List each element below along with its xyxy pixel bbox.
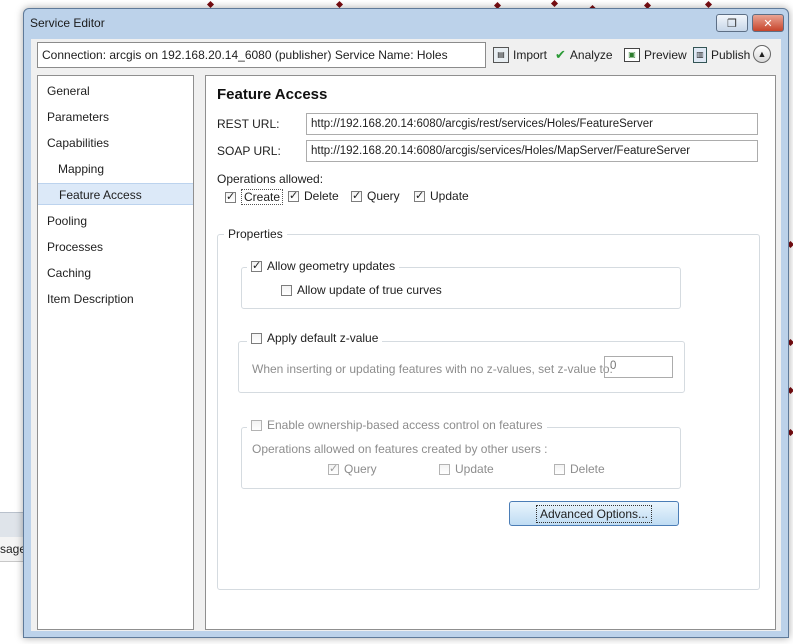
sidebar-item-capabilities[interactable]: Capabilities <box>47 132 109 154</box>
checkmark-icon: ✔ <box>555 47 566 62</box>
analyze-button[interactable]: ✔ Analyze <box>555 46 613 64</box>
checkbox-box <box>251 260 262 272</box>
others-delete-checkbox[interactable]: Delete <box>554 462 605 476</box>
sidebar-item-processes[interactable]: Processes <box>47 236 103 258</box>
ownership-group <box>241 427 681 489</box>
query-checkbox[interactable]: Query <box>351 189 400 203</box>
preview-icon: ▣ <box>624 48 640 62</box>
rest-url-field[interactable]: http://192.168.20.14:6080/arcgis/rest/se… <box>306 113 758 135</box>
others-update-checkbox[interactable]: Update <box>439 462 494 476</box>
ownership-checkbox[interactable]: Enable ownership-based access control on… <box>247 418 547 432</box>
publish-label: Publish <box>711 48 751 62</box>
connection-info: Connection: arcgis on 192.168.20.14_6080… <box>37 42 486 68</box>
sidebar-item-parameters[interactable]: Parameters <box>47 106 109 128</box>
sidebar-item-general[interactable]: General <box>47 80 90 102</box>
others-query-checkbox[interactable]: Query <box>328 462 377 476</box>
allow-curves-checkbox[interactable]: Allow update of true curves <box>281 283 442 297</box>
soap-url-field[interactable]: http://192.168.20.14:6080/arcgis/service… <box>306 140 758 162</box>
checkbox-box <box>251 419 262 431</box>
create-label: Create <box>241 189 284 205</box>
apply-z-label: Apply default z-value <box>267 331 379 345</box>
preview-button[interactable]: ▣ Preview <box>624 46 687 64</box>
allow-curves-label: Allow update of true curves <box>297 283 442 297</box>
checkbox-box <box>554 463 565 475</box>
sidebar-item-item-description[interactable]: Item Description <box>47 288 134 310</box>
properties-title: Properties <box>224 227 287 241</box>
allow-geometry-label: Allow geometry updates <box>267 259 396 273</box>
rest-url-label: REST URL: <box>217 117 280 131</box>
update-label: Update <box>430 189 469 203</box>
page-title: Feature Access <box>217 86 328 103</box>
close-icon: ✕ <box>763 17 773 30</box>
create-checkbox[interactable]: Create <box>225 189 284 205</box>
publish-icon: ▥ <box>693 47 707 63</box>
checkbox-box <box>439 463 450 475</box>
import-label: Import <box>513 48 548 62</box>
advanced-options-label: Advanced Options... <box>535 504 653 523</box>
map-point <box>704 0 713 9</box>
restore-button[interactable]: ❐ <box>716 14 748 32</box>
others-query-label: Query <box>344 462 377 476</box>
others-delete-label: Delete <box>570 462 605 476</box>
advanced-options-button[interactable]: Advanced Options... <box>509 501 679 526</box>
feature-access-panel: Feature Access REST URL: http://192.168.… <box>205 75 776 630</box>
close-button[interactable]: ✕ <box>752 14 784 32</box>
sidebar-item-caching[interactable]: Caching <box>47 262 91 284</box>
operations-label: Operations allowed: <box>217 172 324 186</box>
others-update-label: Update <box>455 462 494 476</box>
sidebar-item-feature-access[interactable]: Feature Access <box>38 183 193 205</box>
query-label: Query <box>367 189 400 203</box>
checkbox-box <box>281 284 292 296</box>
allow-geometry-checkbox[interactable]: Allow geometry updates <box>247 259 400 273</box>
analyze-label: Analyze <box>569 48 613 62</box>
checkbox-box <box>328 463 339 475</box>
map-point <box>335 0 344 9</box>
checkbox-box <box>288 190 299 202</box>
ownership-label: Enable ownership-based access control on… <box>267 418 543 432</box>
title-bar[interactable]: Service Editor ❐ ✕ <box>24 9 788 37</box>
delete-label: Delete <box>304 189 339 203</box>
checkbox-box <box>351 190 362 202</box>
chevron-up-icon: ▲ <box>757 49 767 59</box>
map-point <box>206 0 215 9</box>
window-title: Service Editor <box>30 16 105 30</box>
z-value-input[interactable]: 0 <box>604 356 673 378</box>
map-point <box>550 0 559 8</box>
soap-url-label: SOAP URL: <box>217 144 281 158</box>
preview-label: Preview <box>644 48 687 62</box>
checkbox-box <box>225 191 236 203</box>
sidebar-nav: General Parameters Capabilities Mapping … <box>37 75 194 630</box>
delete-checkbox[interactable]: Delete <box>288 189 339 203</box>
checkbox-box <box>251 332 262 344</box>
window-client: Connection: arcgis on 192.168.20.14_6080… <box>31 39 781 631</box>
import-button[interactable]: ▤ Import <box>493 46 547 64</box>
others-operations-label: Operations allowed on features created b… <box>252 442 548 456</box>
apply-z-checkbox[interactable]: Apply default z-value <box>247 331 383 345</box>
sidebar-item-pooling[interactable]: Pooling <box>47 210 87 232</box>
z-value-description: When inserting or updating features with… <box>252 362 613 376</box>
restore-icon: ❐ <box>727 17 737 30</box>
sidebar-item-mapping[interactable]: Mapping <box>58 158 104 180</box>
checkbox-box <box>414 190 425 202</box>
service-editor-window: Service Editor ❐ ✕ Connection: arcgis on… <box>23 8 789 638</box>
collapse-button[interactable]: ▲ <box>753 45 771 63</box>
update-checkbox[interactable]: Update <box>414 189 469 203</box>
publish-button[interactable]: ▥ Publish <box>693 46 750 64</box>
import-icon: ▤ <box>493 47 509 63</box>
